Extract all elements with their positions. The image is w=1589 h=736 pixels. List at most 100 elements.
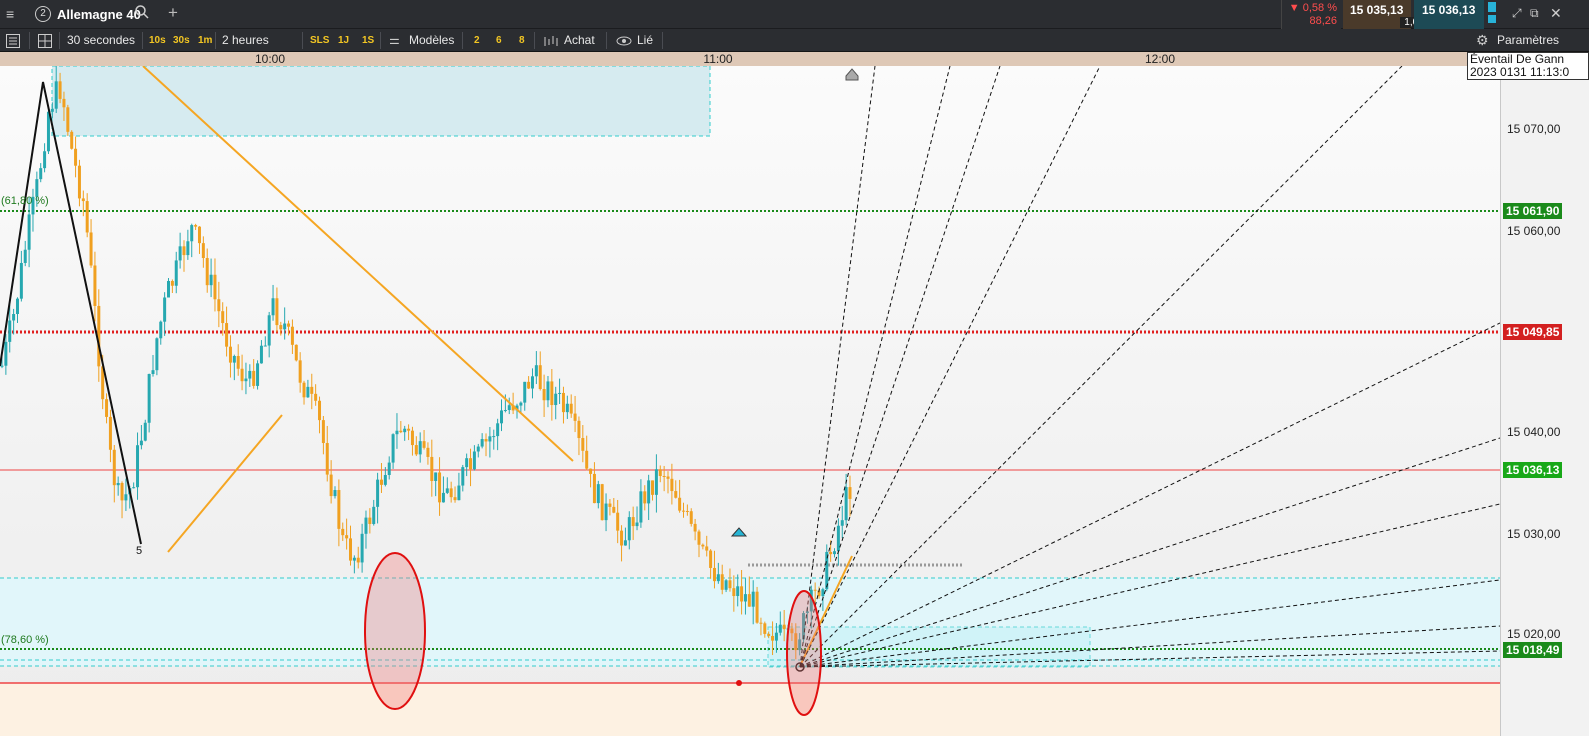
chart-area[interactable]: (61,80 %) (78,60 %) 5 bbox=[0, 66, 1500, 736]
quantity-stepper[interactable] bbox=[1488, 2, 1500, 26]
buy-button[interactable]: 15 036,13 bbox=[1414, 0, 1484, 29]
annotation-number: 5 bbox=[136, 545, 143, 557]
candle-body bbox=[81, 198, 85, 202]
candle-body bbox=[848, 487, 852, 499]
candle-body bbox=[747, 594, 751, 607]
candle-body bbox=[321, 420, 325, 444]
candle-body bbox=[782, 624, 786, 630]
close-icon[interactable]: ✕ bbox=[1550, 5, 1562, 22]
candle-body bbox=[821, 589, 825, 597]
eye-icon[interactable] bbox=[616, 29, 632, 52]
candle-body bbox=[77, 165, 81, 199]
candle-body bbox=[736, 586, 740, 597]
interval-1m[interactable]: 1m bbox=[198, 29, 212, 52]
candle-body bbox=[174, 260, 178, 286]
candle-body bbox=[472, 451, 476, 470]
period-1j[interactable]: 1J bbox=[338, 29, 349, 52]
settings-gear-icon[interactable]: ⚙ bbox=[1476, 29, 1489, 52]
buy-price: 15 036,13 bbox=[1422, 3, 1476, 17]
candle-body bbox=[352, 557, 356, 561]
change-points: 88,26 bbox=[1309, 15, 1337, 27]
candle-body bbox=[275, 298, 279, 326]
model-2[interactable]: 2 bbox=[474, 29, 480, 52]
candle-body bbox=[143, 422, 147, 441]
candle-body bbox=[244, 378, 248, 382]
model-8[interactable]: 8 bbox=[519, 29, 525, 52]
search-icon[interactable] bbox=[134, 4, 150, 23]
gann-fan-line bbox=[799, 66, 1101, 668]
linked-button[interactable]: Lié bbox=[637, 29, 653, 52]
candle-body bbox=[771, 635, 775, 641]
candle-body bbox=[329, 474, 333, 497]
candle-body bbox=[197, 226, 201, 244]
candle-body bbox=[186, 241, 190, 256]
interval-select[interactable]: 30 secondes bbox=[67, 29, 135, 52]
instrument-tab[interactable]: Allemagne 40 bbox=[57, 0, 141, 29]
candle-body bbox=[449, 488, 453, 498]
interval-10s[interactable]: 10s bbox=[149, 29, 166, 52]
period-1s[interactable]: 1S bbox=[362, 29, 374, 52]
candle-body bbox=[542, 389, 546, 401]
candle-body bbox=[8, 320, 12, 342]
price-tag-current: 15 036,13 bbox=[1503, 462, 1563, 478]
candle-body bbox=[410, 430, 414, 446]
candle-body bbox=[751, 591, 755, 607]
menu-icon[interactable]: ≡ bbox=[6, 6, 14, 22]
candle-body bbox=[600, 484, 604, 521]
candle-body bbox=[426, 447, 430, 457]
models-icon[interactable]: ⚌ bbox=[389, 29, 400, 52]
candle-body bbox=[333, 490, 337, 497]
layout-grid-icon[interactable] bbox=[38, 29, 52, 52]
candle-body bbox=[422, 441, 426, 448]
candle-body bbox=[139, 440, 143, 446]
candle-body bbox=[732, 588, 736, 597]
period-sls[interactable]: SLS bbox=[310, 29, 329, 52]
candle-body bbox=[767, 633, 771, 636]
expand-icon[interactable]: ⤢ bbox=[1512, 6, 1522, 21]
candle-body bbox=[290, 326, 294, 345]
candle-body bbox=[23, 249, 27, 263]
candle-body bbox=[763, 623, 767, 634]
candle-body bbox=[616, 512, 620, 531]
candle-body bbox=[167, 280, 171, 298]
buy-order-button[interactable]: Achat bbox=[564, 29, 595, 52]
indicator-icon[interactable] bbox=[543, 29, 559, 52]
candle-body bbox=[774, 632, 778, 641]
period-select[interactable]: 2 heures bbox=[222, 29, 269, 52]
candle-body bbox=[674, 491, 678, 498]
candle-body bbox=[488, 436, 492, 442]
add-tab-button[interactable]: + bbox=[168, 3, 178, 23]
popout-icon[interactable]: ⧉ bbox=[1530, 6, 1539, 21]
candle-body bbox=[534, 365, 538, 377]
candle-body bbox=[635, 522, 639, 527]
tooltip-date: 2023 0131 11:13:0 bbox=[1470, 65, 1570, 79]
candle-body bbox=[27, 214, 31, 250]
buy-alert-marker bbox=[730, 527, 748, 537]
candle-body bbox=[112, 449, 116, 486]
sell-price: 15 035,13 bbox=[1350, 3, 1404, 17]
candle-body bbox=[836, 525, 840, 552]
price-tick-label: 15 060,00 bbox=[1507, 224, 1561, 238]
highlight-ellipse-left bbox=[364, 552, 426, 710]
price-chart[interactable] bbox=[0, 66, 1500, 736]
models-button[interactable]: Modèles bbox=[409, 29, 454, 52]
candle-body bbox=[70, 131, 74, 149]
candle-body bbox=[155, 338, 159, 371]
candle-body bbox=[573, 413, 577, 421]
fib-label-lower: (78,60 %) bbox=[1, 634, 49, 646]
candle-body bbox=[441, 492, 445, 503]
candle-body bbox=[151, 370, 155, 375]
candle-body bbox=[236, 355, 240, 369]
candle-body bbox=[232, 355, 236, 363]
candle-body bbox=[318, 400, 322, 421]
candle-body bbox=[743, 594, 747, 602]
candle-body bbox=[368, 517, 372, 524]
list-icon[interactable] bbox=[6, 29, 20, 52]
candle-body bbox=[39, 168, 43, 180]
price-axis[interactable]: 15 070,00 15 060,00 15 040,00 15 030,00 … bbox=[1500, 52, 1589, 736]
settings-button[interactable]: Paramètres bbox=[1497, 29, 1559, 52]
candle-body bbox=[538, 365, 542, 390]
gann-fan-line bbox=[799, 66, 876, 668]
model-6[interactable]: 6 bbox=[496, 29, 502, 52]
interval-30s[interactable]: 30s bbox=[173, 29, 190, 52]
